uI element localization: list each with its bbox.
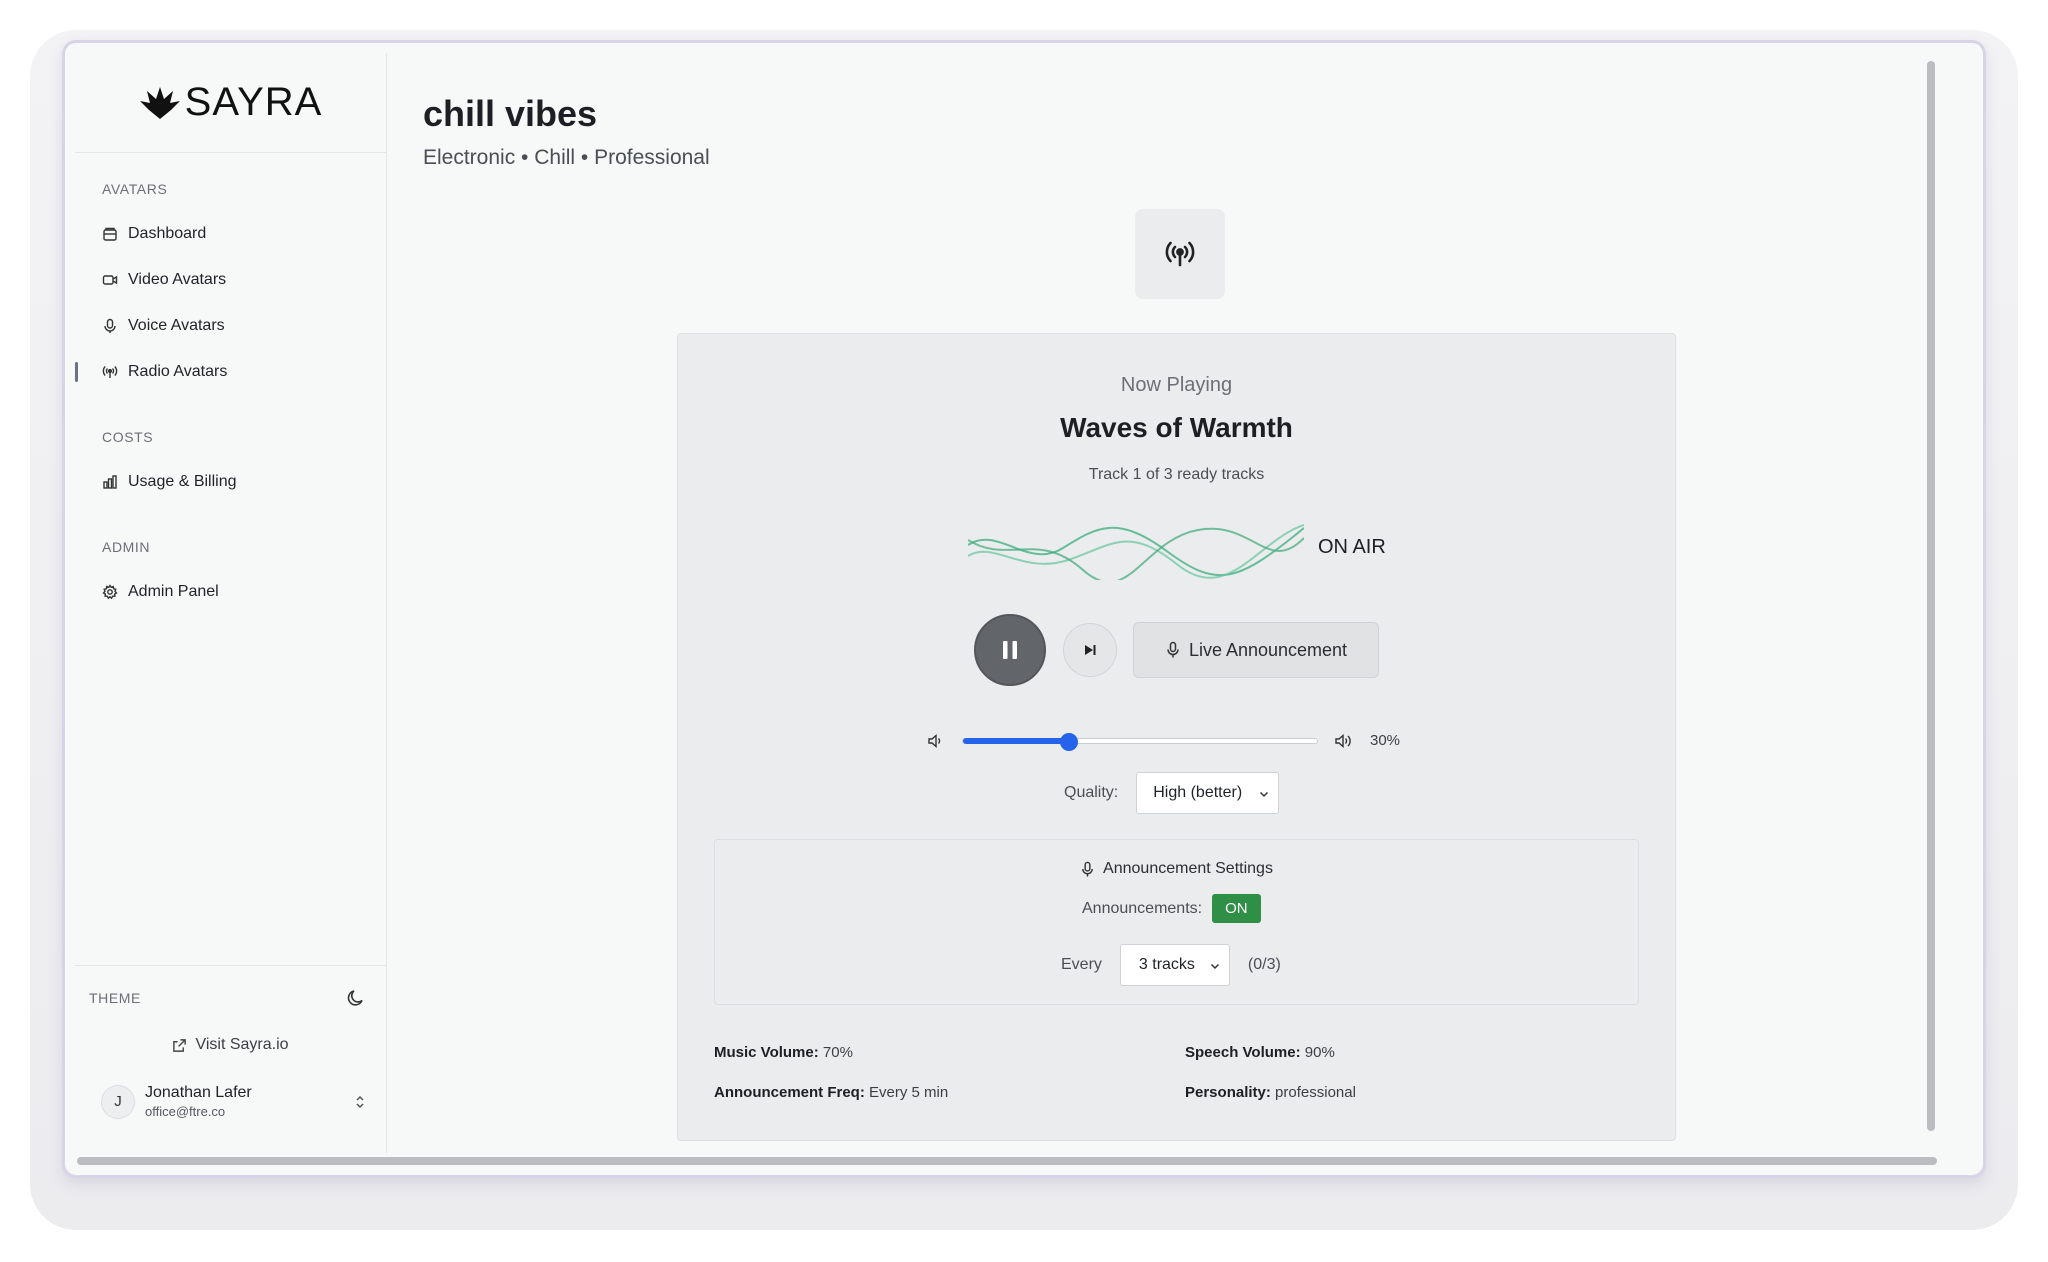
visit-link-label: Visit Sayra.io (195, 1036, 289, 1053)
announcement-frequency-row: Every 3 tracks (0/3) (1061, 944, 1281, 986)
announcements-toggle-row: Announcements: ON (1082, 894, 1261, 923)
external-link-icon (173, 1038, 187, 1052)
track-count: Track 1 of 3 ready tracks (1088, 466, 1265, 483)
sidebar-item-usage-billing[interactable]: Usage & Billing (75, 459, 386, 505)
sidebar-item-label: Dashboard (128, 225, 207, 242)
stat-label: Music Volume: (714, 1044, 819, 1061)
sidebar-item-label: Voice Avatars (128, 317, 225, 334)
volume-low-icon[interactable] (926, 732, 944, 750)
volume-slider[interactable] (962, 733, 1318, 751)
stat-value: Every 5 min (869, 1084, 949, 1101)
quality-select[interactable]: High (better) (1136, 772, 1280, 814)
live-announcement-button[interactable]: Live Announcement (1133, 622, 1379, 678)
user-email: office@ftre.co (145, 1104, 226, 1119)
section-label-costs: COSTS (102, 429, 154, 445)
logo[interactable]: SAYRA (75, 53, 386, 153)
stat-label: Speech Volume: (1185, 1044, 1301, 1061)
section-label-avatars: AVATARS (102, 181, 168, 197)
announcement-settings-header: Announcement Settings (715, 860, 1638, 878)
announcement-settings-panel: Announcement Settings Announcements: ON … (714, 839, 1639, 1005)
sidebar-footer: THEME Visit Sayra.io J Jonathan Lafer of… (75, 965, 386, 1153)
user-name: Jonathan Lafer (145, 1084, 252, 1101)
live-announcement-label: Live Announcement (1188, 639, 1348, 660)
skip-next-button[interactable] (1063, 623, 1117, 677)
sidebar-item-video-avatars[interactable]: Video Avatars (75, 257, 386, 303)
waveform-visualizer (968, 524, 1304, 580)
stat-music-volume: Music Volume: 70% (714, 1044, 853, 1061)
sidebar-item-dashboard[interactable]: Dashboard (75, 211, 386, 257)
announcements-label: Announcements: (1082, 899, 1203, 917)
avatar: J (101, 1084, 135, 1119)
stat-value: 90% (1304, 1044, 1335, 1061)
visit-sayra-link[interactable]: Visit Sayra.io (75, 1036, 386, 1054)
theme-label: THEME (89, 990, 141, 1006)
page-title: chill vibes (423, 93, 598, 134)
video-icon (102, 275, 118, 285)
app-window: SAYRA AVATARS Dashboard Video Avatars Vo… (62, 40, 1986, 1178)
sidebar-item-label: Radio Avatars (128, 363, 228, 380)
section-label-admin: ADMIN (102, 539, 151, 555)
quality-label: Quality: (1064, 784, 1119, 801)
chevron-up-down-icon[interactable] (354, 1094, 366, 1110)
page-subtitle: Electronic • Chill • Professional (423, 146, 710, 169)
volume-high-icon[interactable] (1334, 732, 1354, 750)
stat-label: Personality: (1185, 1084, 1271, 1101)
gear-icon (102, 584, 118, 600)
on-air-label: ON AIR (1318, 536, 1386, 558)
horizontal-scrollbar[interactable] (77, 1157, 1957, 1165)
horizontal-scrollbar-thumb[interactable] (77, 1157, 1937, 1165)
bar-chart-icon (103, 475, 117, 489)
chevron-down-icon (1260, 791, 1269, 798)
vertical-scrollbar[interactable] (1927, 57, 1935, 1147)
stat-value: 70% (822, 1044, 853, 1061)
skip-next-icon (1085, 645, 1096, 655)
volume-slider-thumb[interactable] (1060, 733, 1079, 751)
stat-value: professional (1275, 1084, 1356, 1101)
sidebar-item-label: Video Avatars (128, 271, 227, 288)
moon-icon[interactable] (346, 988, 366, 1008)
volume-percent: 30% (1370, 732, 1401, 749)
stat-speech-volume: Speech Volume: 90% (1185, 1044, 1335, 1061)
stat-personality: Personality: professional (1185, 1084, 1356, 1101)
quality-select-value: High (better) (1153, 784, 1243, 801)
announcements-toggle[interactable]: ON (1212, 894, 1261, 923)
volume-slider-fill (963, 738, 1070, 744)
vertical-scrollbar-thumb[interactable] (1927, 61, 1935, 1131)
chevron-down-icon (1210, 963, 1219, 970)
track-title: Waves of Warmth (1060, 412, 1293, 443)
every-tracks-value: 3 tracks (1138, 956, 1195, 973)
radio-player-card: Now Playing Waves of Warmth Track 1 of 3… (677, 333, 1676, 1141)
volume-control: 30% (926, 726, 1426, 756)
sidebar-item-radio-avatars[interactable]: Radio Avatars (75, 349, 386, 395)
quality-row: Quality: High (better) (1064, 772, 1280, 814)
announcement-settings-title: Announcement Settings (1103, 860, 1273, 877)
microphone-icon (104, 318, 116, 333)
pause-button[interactable] (974, 614, 1046, 686)
sidebar: SAYRA AVATARS Dashboard Video Avatars Vo… (75, 53, 387, 1153)
stat-label: Announcement Freq: (714, 1084, 865, 1101)
microphone-icon (1167, 641, 1179, 658)
user-menu[interactable]: J Jonathan Lafer office@ftre.co (75, 1054, 386, 1119)
pause-icon (1003, 641, 1017, 659)
stat-announcement-freq: Announcement Freq: Every 5 min (714, 1084, 948, 1101)
sidebar-item-voice-avatars[interactable]: Voice Avatars (75, 303, 386, 349)
every-tracks-select[interactable]: 3 tracks (1119, 944, 1230, 986)
dashboard-icon (103, 227, 117, 241)
theme-row: THEME (75, 966, 386, 1008)
now-playing-label: Now Playing (1120, 374, 1233, 396)
radio-tile (1135, 209, 1225, 299)
microphone-icon (1082, 861, 1093, 877)
sidebar-item-admin-panel[interactable]: Admin Panel (75, 569, 386, 615)
sidebar-item-label: Admin Panel (128, 583, 219, 600)
sayra-logo-icon (139, 86, 180, 119)
every-label: Every (1061, 956, 1102, 973)
brand-name: SAYRA (184, 80, 323, 124)
sidebar-item-label: Usage & Billing (128, 473, 237, 490)
main-content: chill vibes Electronic • Chill • Profess… (387, 53, 1947, 1153)
user-info: Jonathan Lafer office@ftre.co (145, 1084, 354, 1119)
radio-icon (102, 366, 118, 378)
announcement-progress: (0/3) (1247, 956, 1281, 973)
radio-broadcast-icon (1165, 241, 1195, 267)
